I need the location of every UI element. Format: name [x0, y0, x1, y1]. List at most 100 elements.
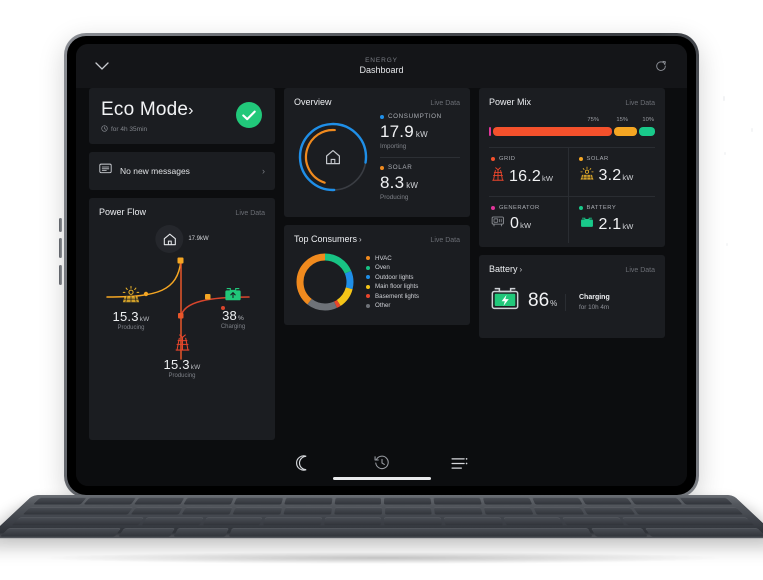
generator-dot-icon	[491, 206, 495, 210]
keyboard-key[interactable]	[384, 507, 433, 515]
keyboard-key[interactable]	[323, 517, 382, 526]
overview-consumption-number: 17.9	[380, 122, 414, 141]
messages-row[interactable]: No new messages ›	[89, 152, 275, 190]
power-mix-cell-solar[interactable]: SOLAR 3.2kW	[567, 148, 656, 196]
keyboard-key-cmd[interactable]	[173, 528, 229, 537]
keyboard-key[interactable]	[202, 517, 263, 526]
power-mix-generator-number: 0	[510, 215, 520, 232]
device-side-button[interactable]	[59, 218, 62, 232]
device-volume-up-button[interactable]	[59, 238, 62, 258]
bottom-navigation	[76, 440, 687, 486]
keyboard-key-shift-right[interactable]	[622, 517, 755, 526]
power-mix-cell-battery[interactable]: BATTERY 2.1kW	[567, 197, 656, 243]
messages-chevron[interactable]: ›	[262, 166, 265, 176]
home-indicator[interactable]	[332, 477, 431, 480]
power-mix-battery-label: BATTERY	[578, 205, 654, 211]
keyboard-key[interactable]	[433, 497, 482, 505]
power-mix-solar-value: 3.2kW	[579, 166, 654, 186]
pylon-icon	[491, 166, 505, 187]
power-mix-tick-battery: 10%	[642, 117, 654, 123]
keyboard-key[interactable]	[33, 497, 87, 505]
keyboard-key[interactable]	[181, 507, 233, 515]
keyboard-key[interactable]	[133, 497, 185, 505]
keyboard-key[interactable]	[444, 517, 503, 526]
keyboard-key[interactable]	[482, 497, 533, 505]
keyboard-key[interactable]	[531, 497, 583, 505]
top-consumers-card[interactable]: Top Consumers › Live Data HVAC Oven Outd…	[284, 225, 470, 325]
keyboard-key[interactable]	[141, 517, 204, 526]
keyboard-key[interactable]	[333, 507, 382, 515]
list-icon[interactable]	[449, 452, 471, 474]
keyboard-key[interactable]	[263, 517, 322, 526]
top-consumers-donut-chart	[294, 251, 356, 313]
keyboard-key[interactable]	[83, 497, 136, 505]
device-volume-down-button[interactable]	[59, 265, 62, 285]
power-mix-generator-label: GENERATOR	[491, 205, 566, 211]
keyboard-key[interactable]	[233, 497, 284, 505]
moon-icon[interactable]	[293, 452, 315, 474]
power-flow-node-battery[interactable]: 38% Charging	[203, 285, 263, 330]
attached-keyboard[interactable]	[0, 495, 763, 539]
check-icon[interactable]	[236, 102, 262, 128]
keyboard-key-ctrl[interactable]	[0, 528, 121, 537]
overview-card: Overview Live Data CONSUMPTION 17.9 kW I…	[284, 88, 470, 217]
power-mix-cell-grid[interactable]: GRID 16.2kW	[489, 148, 568, 196]
solar-dot-icon	[578, 157, 583, 161]
keyboard-key-shift[interactable]	[11, 517, 144, 526]
battery-body: 86% Charging for 10h 4m	[489, 283, 655, 322]
refresh-icon[interactable]	[651, 56, 671, 76]
overview-solar-unit: kW	[406, 181, 419, 190]
history-icon[interactable]	[371, 452, 393, 474]
keyboard-key[interactable]	[183, 497, 235, 505]
keyboard-key[interactable]	[503, 517, 564, 526]
power-mix-cell-generator[interactable]: GENERATOR 0kW	[489, 197, 568, 243]
legend-item: Other	[366, 302, 460, 309]
keyboard-key[interactable]	[581, 497, 633, 505]
overview-consumption-value: 17.9 kW	[380, 122, 460, 142]
battery-live-badge: Live Data	[625, 267, 655, 274]
overview-consumption-unit: kW	[415, 130, 428, 139]
power-flow-house-value: 17.9kW	[188, 236, 209, 242]
top-consumers-chevron[interactable]: ›	[359, 235, 362, 244]
keyboard-key[interactable]	[283, 507, 332, 515]
keyboard-key[interactable]	[562, 517, 625, 526]
power-flow-battery-unit: %	[237, 315, 244, 322]
battery-card[interactable]: Battery › Live Data 86% Charging for 10h…	[479, 255, 665, 338]
power-mix-generator-key: GENERATOR	[499, 205, 540, 211]
keyboard-key[interactable]	[630, 497, 683, 505]
legend-item: Basement lights	[366, 293, 460, 300]
battery-chevron[interactable]: ›	[520, 265, 523, 274]
eco-mode-chevron[interactable]: ›	[188, 102, 194, 119]
keyboard-key[interactable]	[583, 507, 636, 515]
keyboard-key[interactable]	[232, 507, 283, 515]
keyboard-key-alt-right[interactable]	[645, 528, 763, 537]
column-left: Eco Mode› for 4h 35min No new messages ›…	[89, 88, 275, 440]
keyboard-key[interactable]	[384, 517, 443, 526]
keyboard-key-tab[interactable]	[22, 507, 133, 515]
keyboard-key[interactable]	[434, 507, 484, 515]
keyboard-key[interactable]	[334, 497, 382, 505]
power-flow-solar-number: 15.3	[112, 309, 139, 324]
keyboard-key[interactable]	[679, 497, 733, 505]
clock-icon	[101, 125, 108, 134]
keyboard-key-cmd-right[interactable]	[591, 528, 649, 537]
top-consumers-body: HVAC Oven Outdoor lights Main floor ligh…	[294, 251, 460, 313]
page-title-text: Dashboard	[359, 64, 404, 75]
keyboard-key[interactable]	[284, 497, 333, 505]
eco-mode-card[interactable]: Eco Mode› for 4h 35min	[89, 88, 275, 144]
keyboard-key[interactable]	[130, 507, 183, 515]
legend-item: Outdoor lights	[366, 274, 460, 281]
keyboard-key-space[interactable]	[228, 528, 593, 537]
keyboard-key[interactable]	[484, 507, 534, 515]
keyboard-key-alt[interactable]	[117, 528, 175, 537]
power-flow-grid-caption: Producing	[168, 373, 196, 379]
keyboard-key[interactable]	[533, 507, 585, 515]
keyboard-key[interactable]	[384, 497, 432, 505]
power-flow-node-grid[interactable]: 15.3kW Producing	[147, 333, 217, 379]
legend-label: Outdoor lights	[375, 273, 414, 281]
chevron-down-icon[interactable]	[92, 56, 112, 76]
top-consumers-header: Top Consumers › Live Data	[294, 234, 460, 244]
keyboard-key-return[interactable]	[633, 507, 744, 515]
power-flow-node-solar[interactable]: 15.3kW Producing	[101, 285, 161, 331]
power-flow-house-node[interactable]: 17.9kW	[155, 225, 209, 253]
